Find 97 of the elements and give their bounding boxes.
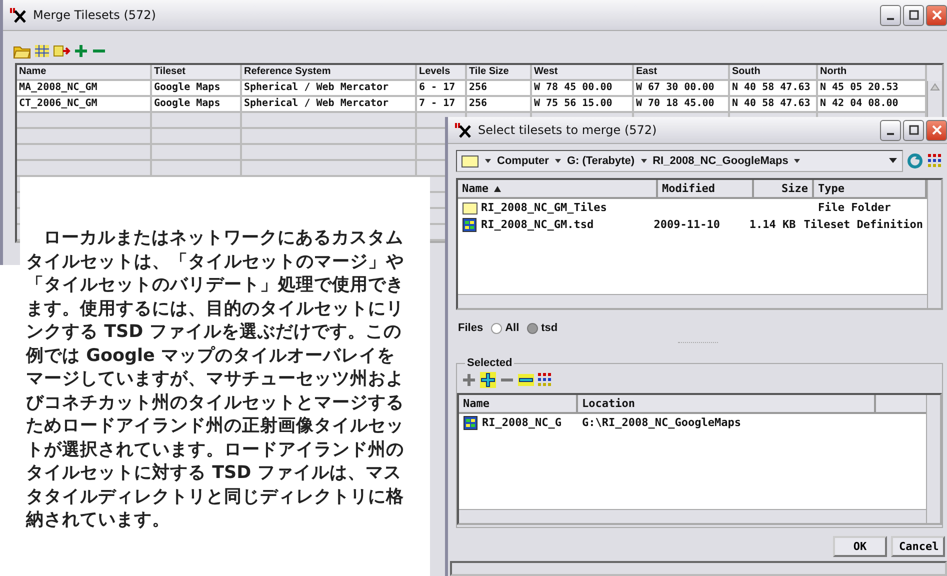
- app-logo-icon: [9, 7, 29, 23]
- column-label: Name: [462, 182, 488, 195]
- grid-arrow-icon[interactable]: [53, 43, 71, 59]
- tileset-name: RI_2008_NC_G: [482, 416, 562, 429]
- folder-icon: [461, 154, 479, 168]
- close-icon: [932, 10, 942, 20]
- vertical-scrollbar[interactable]: [926, 395, 940, 523]
- path-segment[interactable]: RI_2008_NC_GoogleMaps: [652, 155, 788, 167]
- add-highlighted-icon[interactable]: [479, 371, 497, 389]
- close-button[interactable]: [926, 120, 947, 140]
- table-cell: W 78 45 00.00: [532, 81, 634, 97]
- dropdown-caret-icon[interactable]: [793, 157, 802, 165]
- app-logo-icon: [454, 122, 474, 138]
- path-bar[interactable]: Computer G: (Terabyte) RI_2008_NC_GoogleMaps: [456, 150, 903, 172]
- tileset-file-icon: [462, 218, 478, 232]
- refresh-icon[interactable]: [906, 152, 924, 170]
- table-cell: Google Maps: [152, 81, 242, 97]
- folder-icon: [462, 200, 478, 214]
- file-type: Tileset Definition: [804, 218, 923, 231]
- horizontal-scrollbar[interactable]: [458, 294, 927, 308]
- dialog-button[interactable]: OK: [833, 536, 887, 557]
- dropdown-caret-icon[interactable]: [888, 157, 898, 165]
- file-type: File Folder: [818, 201, 891, 214]
- table-cell: W 75 56 15.00: [532, 97, 634, 113]
- column-header[interactable]: Tileset: [152, 65, 242, 81]
- column-header[interactable]: East: [634, 65, 730, 81]
- filter-radio[interactable]: tsd: [527, 322, 558, 334]
- radio-indicator[interactable]: [491, 322, 502, 334]
- column-header[interactable]: Reference System: [242, 65, 417, 81]
- file-name: RI_2008_NC_GM.tsd: [481, 218, 594, 231]
- file-size: 1.14 KB: [749, 218, 796, 231]
- column-header[interactable]: Size: [754, 180, 814, 197]
- file-name: RI_2008_NC_GM_Tiles: [481, 201, 607, 214]
- table-cell: Spherical / Web Mercator: [242, 97, 417, 113]
- column-label: Size: [782, 182, 808, 195]
- vertical-scrollbar[interactable]: [927, 180, 941, 308]
- maximize-button[interactable]: [903, 4, 924, 26]
- column-header[interactable]: Name: [459, 395, 578, 412]
- add-icon[interactable]: [73, 43, 89, 59]
- close-icon: [932, 125, 942, 135]
- table-cell: CT_2006_NC_GM: [17, 97, 152, 113]
- modified-date: 2009-11-10: [654, 218, 720, 231]
- column-label: Modified: [662, 182, 715, 195]
- dropdown-caret-icon[interactable]: [640, 157, 648, 165]
- dropdown-caret-icon[interactable]: [554, 157, 562, 165]
- table-cell: 7 - 17: [417, 97, 467, 113]
- column-header[interactable]: Levels: [417, 65, 467, 81]
- file-row[interactable]: RI_2008_NC_GM_Tiles File Folder: [458, 199, 927, 216]
- close-button[interactable]: [926, 4, 947, 26]
- group-title: Selected: [466, 357, 514, 369]
- table-cell: 6 - 17: [417, 81, 467, 97]
- dialog-title: Select tilesets to merge (572): [478, 123, 657, 137]
- path-segment[interactable]: G: (Terabyte): [566, 155, 635, 167]
- dropdown-caret-icon[interactable]: [484, 157, 492, 165]
- table-cell: Google Maps: [152, 97, 242, 113]
- filter-radio[interactable]: All: [491, 322, 520, 334]
- tileset-file-icon: [463, 416, 479, 430]
- minimize-icon: [887, 18, 894, 20]
- window-title: Merge Tilesets (572): [33, 8, 156, 22]
- column-label: Type: [818, 182, 844, 195]
- table-cell: 256: [467, 97, 532, 113]
- column-header[interactable]: Name: [458, 180, 658, 197]
- tileset-location: G:\RI_2008_NC_GoogleMaps: [582, 416, 741, 429]
- remove-highlighted-icon[interactable]: [517, 371, 535, 389]
- annotation-text: ローカルまたはネットワークにあるカスタムタイルセットは、「タイルセットのマージ」や「タイルセットのバリデート」処理で使用できます。使用するには、目的のタイルセットにリンクする TSD ファイルを選ぶだけです。この例では Google マップのタイルオーバレイをマージしていますが、マサチューセッツ州およびコネチカット州のタイルセットとマージするためロードアイランド州の正射画像タイルセットが選択されています。ロードアイランド州のタイルセットに対する TSD ファイルは、マスタタイルディレクトリと同じディレクトリに格納されています。: [26, 227, 405, 532]
- column-header[interactable]: Modified: [658, 180, 754, 197]
- minimize-button[interactable]: [880, 4, 901, 26]
- column-header[interactable]: West: [532, 65, 634, 81]
- dots-grid-icon[interactable]: [927, 153, 943, 169]
- table-cell: N 45 05 20.53: [818, 81, 927, 97]
- column-header[interactable]: Tile Size: [467, 65, 532, 81]
- table-cell: Spherical / Web Mercator: [242, 81, 417, 97]
- minimize-icon: [887, 133, 894, 135]
- radio-indicator[interactable]: [527, 322, 538, 334]
- column-header[interactable]: Location: [578, 395, 876, 412]
- maximize-button[interactable]: [903, 120, 924, 140]
- maximize-icon: [908, 125, 918, 135]
- selected-row[interactable]: RI_2008_NC_G G:\RI_2008_NC_GoogleMaps: [459, 414, 926, 431]
- table-cell: N 42 04 08.00: [818, 97, 927, 113]
- column-header[interactable]: North: [818, 65, 927, 81]
- table-cell: N 40 58 47.63: [730, 97, 818, 113]
- column-header[interactable]: Name: [17, 65, 152, 81]
- grid-icon[interactable]: [33, 43, 51, 59]
- column-header[interactable]: South: [730, 65, 818, 81]
- dialog-button[interactable]: Cancel: [891, 536, 945, 557]
- table-cell: W 70 18 45.00: [634, 97, 730, 113]
- table-cell: N 40 58 47.63: [730, 81, 818, 97]
- dots-grid-icon[interactable]: [537, 372, 553, 388]
- path-segment[interactable]: Computer: [497, 155, 549, 167]
- minimize-button[interactable]: [880, 120, 901, 140]
- table-cell: W 67 30 00.00: [634, 81, 730, 97]
- table-cell: 256: [467, 81, 532, 97]
- table-cell: MA_2008_NC_GM: [17, 81, 152, 97]
- maximize-icon: [908, 10, 918, 20]
- horizontal-scrollbar[interactable]: [459, 509, 926, 523]
- file-row[interactable]: RI_2008_NC_GM.tsd 2009-11-10 1.14 KB Tileset Definition: [458, 216, 927, 233]
- files-label: Files: [458, 322, 484, 334]
